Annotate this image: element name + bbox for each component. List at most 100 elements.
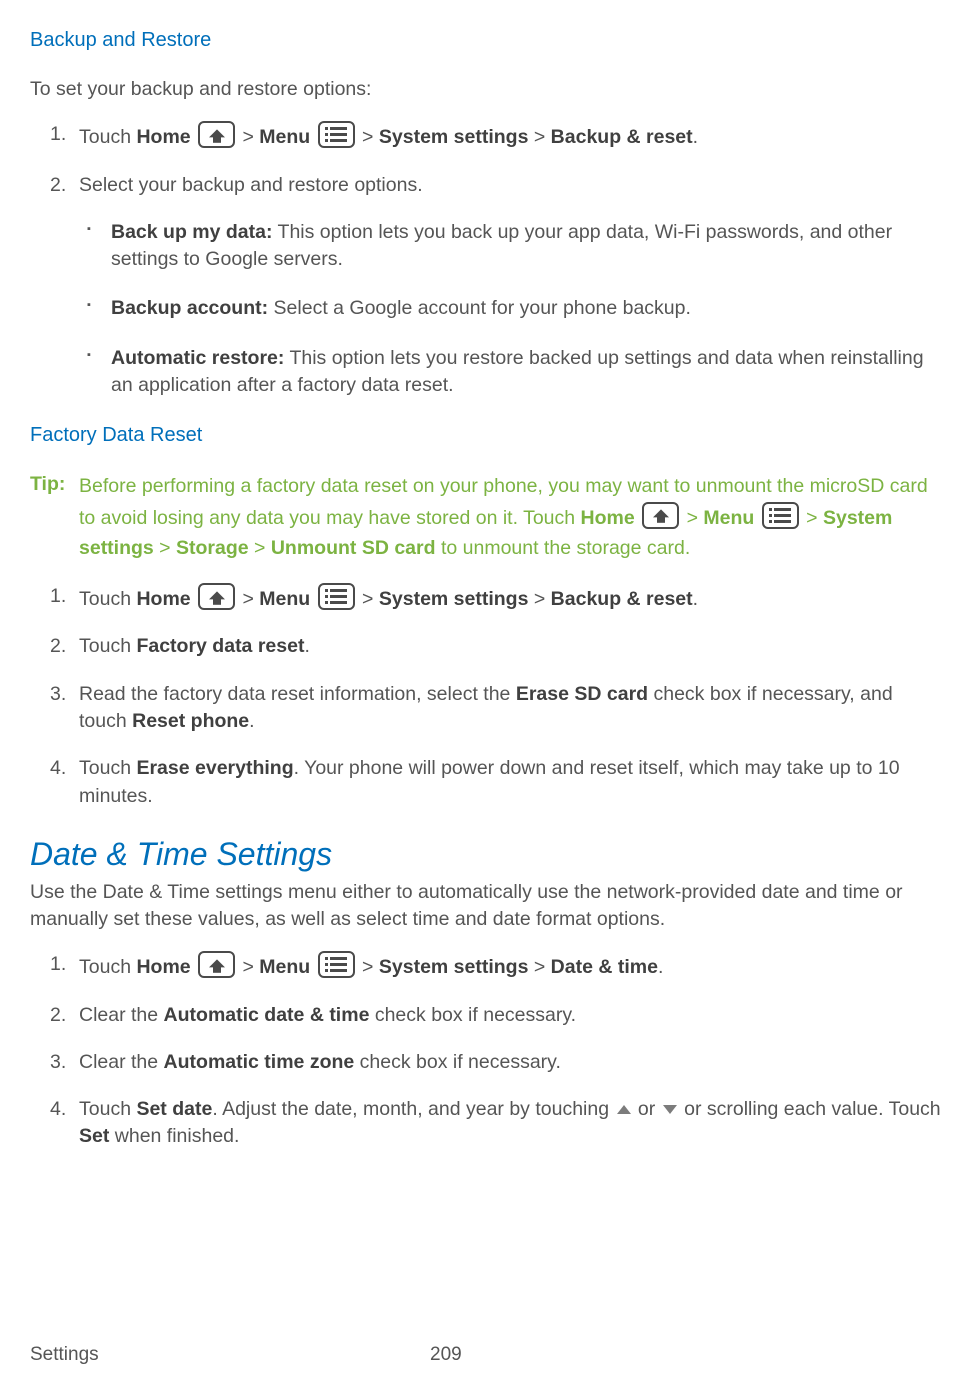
- list-item: Clear the Automatic date & time check bo…: [79, 1002, 943, 1029]
- system-settings-label: System settings: [379, 126, 529, 148]
- auto-date-label: Automatic date & time: [164, 1004, 370, 1026]
- footer-title: Settings: [30, 1342, 430, 1369]
- menu-label: Menu: [259, 956, 310, 978]
- list-item: Touch Set date. Adjust the date, month, …: [79, 1096, 943, 1151]
- menu-label: Menu: [703, 507, 754, 529]
- text: .: [658, 956, 663, 978]
- text: Clear the: [79, 1004, 164, 1026]
- list-item: Select your backup and restore options. …: [79, 172, 943, 400]
- sep: >: [357, 588, 379, 610]
- text: Touch: [79, 126, 136, 148]
- sep: >: [357, 956, 379, 978]
- option-label: Automatic restore:: [111, 347, 284, 369]
- set-date-label: Set date: [136, 1098, 212, 1120]
- list-item: Clear the Automatic time zone check box …: [79, 1049, 943, 1076]
- sep: >: [801, 507, 823, 529]
- text: when finished.: [109, 1125, 239, 1147]
- sep: >: [237, 126, 259, 148]
- text: to unmount the storage card.: [436, 537, 691, 559]
- sep: >: [154, 537, 176, 559]
- set-label: Set: [79, 1125, 109, 1147]
- menu-label: Menu: [259, 126, 310, 148]
- sep: >: [528, 126, 550, 148]
- text: . Adjust the date, month, and year by to…: [212, 1098, 614, 1120]
- tip-block: Tip: Before performing a factory data re…: [30, 471, 943, 563]
- list-item: Touch Home > Menu > System settings > Ba…: [79, 121, 943, 151]
- home-icon: [642, 502, 679, 529]
- factory-reset-steps: Touch Home > Menu > System settings > Ba…: [30, 583, 943, 810]
- text: Touch: [79, 1098, 136, 1120]
- sep: >: [528, 956, 550, 978]
- list-item: Touch Factory data reset.: [79, 633, 943, 660]
- sep: >: [249, 537, 271, 559]
- page-number: 209: [430, 1342, 462, 1369]
- text: or scrolling each value. Touch: [679, 1098, 941, 1120]
- menu-icon: [318, 583, 355, 610]
- tip-label: Tip:: [30, 471, 79, 563]
- date-time-steps: Touch Home > Menu > System settings > Da…: [30, 951, 943, 1150]
- text: Clear the: [79, 1051, 164, 1073]
- text: or: [633, 1098, 661, 1120]
- text: Select your backup and restore options.: [79, 174, 423, 196]
- menu-label: Menu: [259, 588, 310, 610]
- list-item: Back up my data: This option lets you ba…: [111, 219, 943, 274]
- unmount-label: Unmount SD card: [271, 537, 436, 559]
- text: Touch: [79, 635, 136, 657]
- text: Select a Google account for your phone b…: [268, 297, 691, 319]
- backup-reset-label: Backup & reset: [551, 126, 693, 148]
- sep: >: [528, 588, 550, 610]
- factory-data-reset-label: Factory data reset: [136, 635, 304, 657]
- home-label: Home: [136, 588, 190, 610]
- backup-intro: To set your backup and restore options:: [30, 76, 943, 103]
- text: .: [304, 635, 309, 657]
- menu-icon: [762, 502, 799, 529]
- text: .: [249, 710, 254, 732]
- list-item: Touch Erase everything. Your phone will …: [79, 755, 943, 810]
- date-time-label: Date & time: [551, 956, 658, 978]
- list-item: Read the factory data reset information,…: [79, 681, 943, 736]
- home-icon: [198, 951, 235, 978]
- text: check box if necessary.: [354, 1051, 561, 1073]
- sep: >: [237, 956, 259, 978]
- backup-steps: Touch Home > Menu > System settings > Ba…: [30, 121, 943, 399]
- option-label: Back up my data:: [111, 221, 272, 243]
- text: Touch: [79, 757, 136, 779]
- home-label: Home: [136, 126, 190, 148]
- menu-icon: [318, 121, 355, 148]
- erase-sd-label: Erase SD card: [516, 683, 648, 705]
- option-label: Backup account:: [111, 297, 268, 319]
- text: check box if necessary.: [369, 1004, 576, 1026]
- system-settings-label: System settings: [379, 956, 529, 978]
- text: Read the factory data reset information,…: [79, 683, 516, 705]
- sep: >: [357, 126, 379, 148]
- erase-everything-label: Erase everything: [136, 757, 293, 779]
- heading-backup-restore: Backup and Restore: [30, 26, 943, 54]
- list-item: Backup account: Select a Google account …: [111, 295, 943, 322]
- text: Touch: [79, 588, 136, 610]
- list-item: Touch Home > Menu > System settings > Da…: [79, 951, 943, 981]
- home-icon: [198, 583, 235, 610]
- page-footer: Settings 209: [30, 1342, 943, 1369]
- sep: >: [237, 588, 259, 610]
- sep: >: [681, 507, 703, 529]
- text: Touch: [79, 956, 136, 978]
- list-item: Touch Home > Menu > System settings > Ba…: [79, 583, 943, 613]
- date-time-intro: Use the Date & Time settings menu either…: [30, 879, 943, 934]
- home-label: Home: [581, 507, 635, 529]
- reset-phone-label: Reset phone: [132, 710, 249, 732]
- list-item: Automatic restore: This option lets you …: [111, 345, 943, 400]
- arrow-up-icon: [617, 1105, 631, 1114]
- home-label: Home: [136, 956, 190, 978]
- tip-body: Before performing a factory data reset o…: [79, 471, 943, 563]
- heading-factory-reset: Factory Data Reset: [30, 421, 943, 449]
- arrow-down-icon: [663, 1105, 677, 1114]
- heading-date-time: Date & Time Settings: [30, 832, 943, 877]
- menu-icon: [318, 951, 355, 978]
- storage-label: Storage: [176, 537, 249, 559]
- system-settings-label: System settings: [379, 588, 529, 610]
- backup-reset-label: Backup & reset: [551, 588, 693, 610]
- auto-timezone-label: Automatic time zone: [164, 1051, 355, 1073]
- text: .: [693, 126, 698, 148]
- text: .: [693, 588, 698, 610]
- backup-options: Back up my data: This option lets you ba…: [79, 219, 943, 399]
